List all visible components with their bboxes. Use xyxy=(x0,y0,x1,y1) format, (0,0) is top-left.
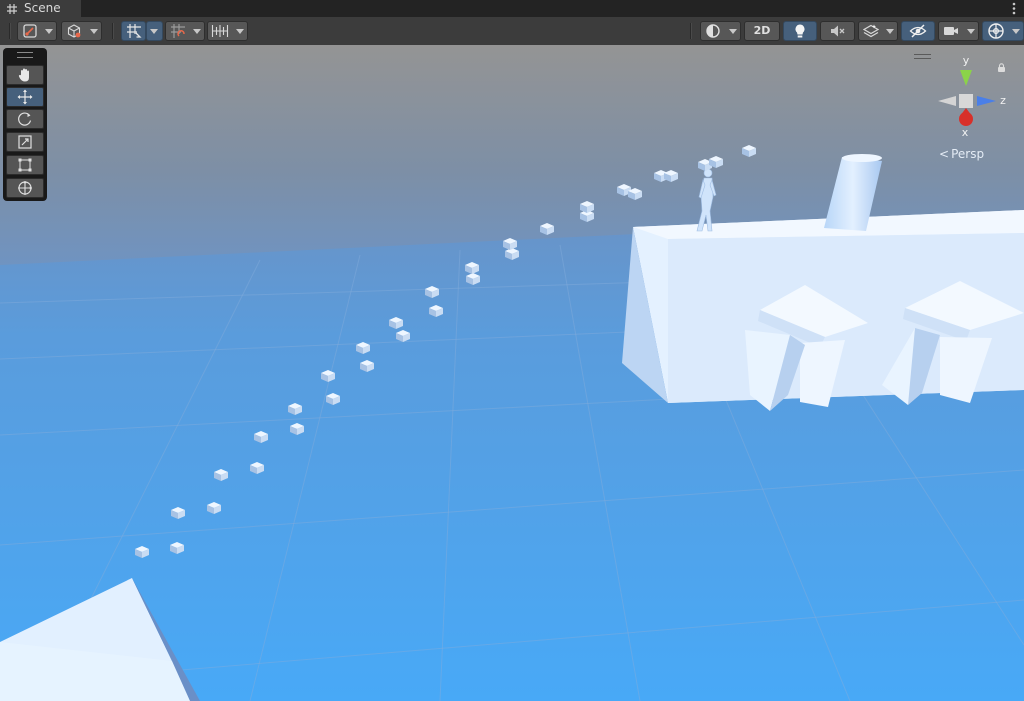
camera-settings-dropdown[interactable] xyxy=(938,21,979,41)
increment-snap-icon xyxy=(171,24,185,38)
scene-tab-label: Scene xyxy=(24,1,61,15)
rect-tool-button[interactable] xyxy=(6,155,44,175)
chevron-down-icon xyxy=(967,29,975,34)
chevron-down-icon xyxy=(886,29,894,34)
lighting-toggle[interactable] xyxy=(783,21,817,41)
chevron-down-icon xyxy=(45,29,53,34)
projection-label: Persp xyxy=(951,147,985,161)
scale-tool-button[interactable] xyxy=(6,132,44,152)
grid-ruler-icon xyxy=(211,25,229,37)
chevron-down-icon xyxy=(90,29,98,34)
toolbar-separator xyxy=(690,23,692,39)
window-tab-bar: Scene xyxy=(0,0,1024,17)
toolbar-separator xyxy=(112,23,114,39)
more-options-icon[interactable] xyxy=(1012,2,1016,15)
grid-snapping-toggle[interactable] xyxy=(121,21,146,41)
shaded-sphere-icon xyxy=(706,24,720,38)
toggle-2d-button[interactable]: 2D xyxy=(744,21,780,41)
rotate-tool-button[interactable] xyxy=(6,109,44,129)
incremental-snapping-dropdown[interactable] xyxy=(165,21,205,41)
layers-effects-icon xyxy=(863,24,879,38)
main-platform xyxy=(622,210,1024,411)
toolbar-separator xyxy=(9,23,11,39)
transform-icon xyxy=(18,181,32,195)
gizmo-drag-handle[interactable] xyxy=(914,54,931,59)
toggle-2d-label: 2D xyxy=(753,24,771,37)
effects-dropdown[interactable] xyxy=(858,21,898,41)
gizmo-x-label: x xyxy=(962,126,969,139)
gizmo-y-label: y xyxy=(963,54,970,67)
chevron-down-icon xyxy=(1012,29,1020,34)
audio-muted-icon xyxy=(830,25,844,37)
perspective-icon: < xyxy=(939,147,950,161)
scene-visibility-toggle[interactable] xyxy=(901,21,935,41)
grid-hash-icon xyxy=(7,4,17,14)
gizmos-dropdown[interactable] xyxy=(982,21,1024,41)
scale-icon xyxy=(18,135,32,149)
grid-snapping-dropdown[interactable] xyxy=(146,21,163,41)
tools-overlay xyxy=(3,48,47,201)
scene-render xyxy=(0,45,1024,701)
scene-toolbar: 2D xyxy=(0,17,1024,46)
grid-visibility-dropdown[interactable] xyxy=(207,21,248,41)
hand-icon xyxy=(18,68,29,82)
tool-handle-position-dropdown[interactable] xyxy=(17,21,57,41)
hidden-eye-icon xyxy=(909,24,927,38)
draw-mode-dropdown[interactable] xyxy=(700,21,741,41)
transform-tool-button[interactable] xyxy=(6,178,44,198)
light-bulb-icon xyxy=(795,24,805,38)
projection-toggle[interactable]: < Persp xyxy=(939,147,984,161)
local-global-cube-icon xyxy=(67,24,81,38)
gizmo-z-cone[interactable] xyxy=(977,96,996,106)
view-tool-button[interactable] xyxy=(6,65,44,85)
grid-snap-icon xyxy=(126,24,142,38)
pivot-icon xyxy=(23,24,37,38)
move-tool-button[interactable] xyxy=(6,87,44,107)
rect-transform-icon xyxy=(18,158,32,172)
scene-tab[interactable]: Scene xyxy=(0,0,81,17)
gizmo-x-cone-base xyxy=(959,112,973,126)
tool-handle-rotation-dropdown[interactable] xyxy=(61,21,102,41)
camera-icon xyxy=(944,27,958,35)
gizmo-center-cube[interactable] xyxy=(959,94,973,108)
audio-toggle[interactable] xyxy=(820,21,855,41)
gizmo-y-cone[interactable] xyxy=(960,70,972,86)
chevron-down-icon xyxy=(729,29,737,34)
scene-viewport[interactable] xyxy=(0,45,1024,701)
chevron-down-icon xyxy=(236,29,244,34)
gizmo-sphere-icon xyxy=(988,23,1004,39)
move-arrows-icon xyxy=(17,89,33,105)
gizmo-negative-x-cone[interactable] xyxy=(938,96,956,106)
chevron-down-icon xyxy=(150,29,158,34)
drag-handle[interactable] xyxy=(17,52,33,58)
rotate-icon xyxy=(18,112,32,126)
chevron-down-icon xyxy=(193,29,201,34)
gizmo-z-label: z xyxy=(1000,94,1006,107)
